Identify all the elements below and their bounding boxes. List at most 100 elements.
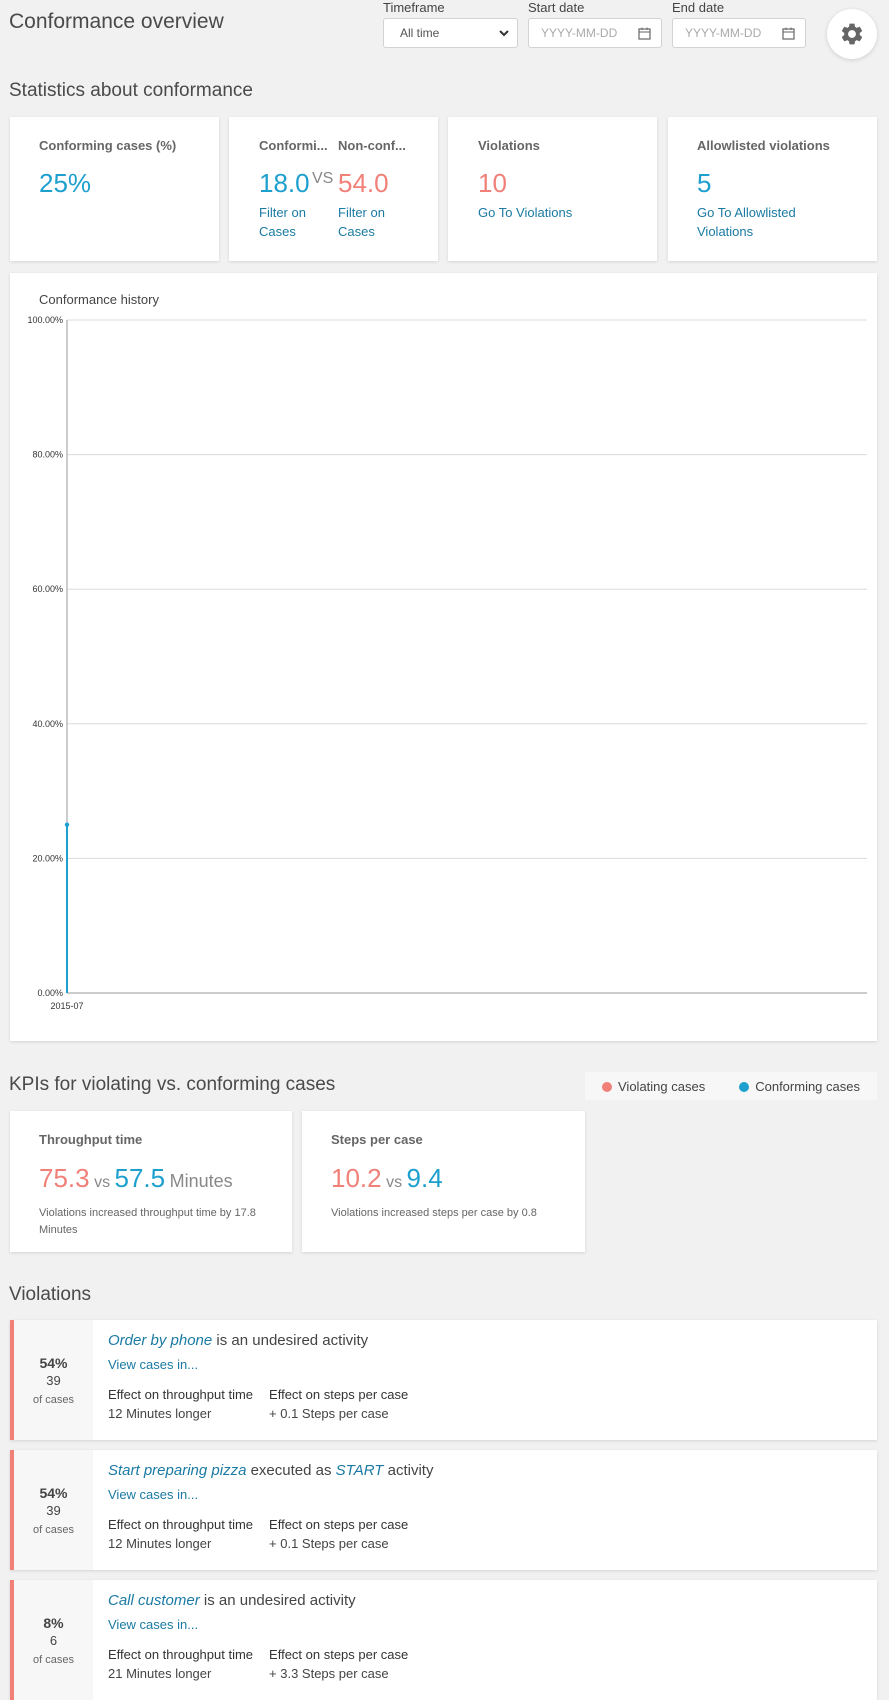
legend-conforming-label: Conforming cases — [755, 1078, 860, 1094]
throughput-note: Violations increased throughput time by … — [39, 1207, 256, 1236]
calendar-icon[interactable] — [782, 27, 795, 40]
effect-throughput-label: Effect on throughput time — [108, 1387, 254, 1402]
filter-conforming-link[interactable]: Filter on Cases — [259, 203, 319, 241]
data-point — [64, 822, 70, 827]
nonconforming-label: Non-conf... — [338, 138, 406, 153]
legend-conforming-dot — [739, 1081, 750, 1092]
effect-throughput-label: Effect on throughput time — [108, 1647, 254, 1662]
violation-text: is an undesired activity — [216, 1332, 369, 1349]
end-date-input[interactable]: YYYY-MM-DD — [672, 18, 806, 48]
filter-nonconforming-link[interactable]: Filter on Cases — [338, 203, 398, 241]
throughput-kpi-card: Throughput time 75.3 vs 57.5 Minutes Vio… — [10, 1111, 292, 1252]
effect-steps-label: Effect on steps per case — [269, 1517, 409, 1532]
violation-activity[interactable]: Call customer — [108, 1592, 200, 1609]
violation-item: 54% 39 of cases Start preparing pizza ex… — [10, 1450, 877, 1570]
effect-throughput-value: 12 Minutes longer — [108, 1536, 212, 1551]
legend-violating-dot — [602, 1081, 612, 1092]
steps-violating-value: 10.2 — [331, 1163, 382, 1193]
violation-of-cases: of cases — [33, 1393, 74, 1406]
violation-of-cases: of cases — [33, 1653, 74, 1666]
kpi-legend: Violating cases Conforming cases — [585, 1072, 877, 1100]
violation-stats: 54% 39 of cases — [10, 1450, 93, 1570]
allowlisted-value: 5 — [697, 168, 712, 198]
legend-conforming[interactable]: Conforming cases — [739, 1079, 860, 1094]
calendar-icon[interactable] — [638, 27, 651, 40]
end-date-placeholder: YYYY-MM-DD — [685, 26, 762, 40]
violation-count: 6 — [49, 1632, 58, 1648]
effect-steps-value: + 0.1 Steps per case — [269, 1536, 389, 1551]
violation-activity[interactable]: Start preparing pizza — [108, 1462, 246, 1479]
conformance-history-chart: 0.00% 20.00% 40.00% 60.00% 80.00% 100.00% 2015… — [27, 315, 867, 1011]
effect-throughput-value: 12 Minutes longer — [108, 1406, 212, 1421]
legend-violating[interactable]: Violating cases — [602, 1079, 705, 1094]
violation-pct: 54% — [39, 1354, 68, 1371]
go-to-allowlisted-link[interactable]: Go To Allowlisted Violations — [697, 203, 817, 241]
violation-count: 39 — [46, 1502, 61, 1518]
violation-title: Call customer is an undesired activity — [108, 1592, 862, 1609]
y-tick-label: 20.00% — [32, 853, 63, 863]
conforming-vs-nonconforming-card: Conformi... Non-conf... 18.0 VS 54.0 Fil… — [229, 117, 438, 261]
violation-stats: 8% 6 of cases — [10, 1580, 93, 1700]
throughput-label: Throughput time — [39, 1132, 143, 1147]
violation-item: 54% 39 of cases Order by phone is an und… — [10, 1320, 877, 1440]
allowlisted-label: Allowlisted violations — [697, 138, 830, 153]
y-tick-label: 100.00% — [27, 315, 63, 325]
conforming-pct-value: 25% — [39, 168, 92, 198]
throughput-vs: vs — [94, 1174, 111, 1191]
steps-conforming-value: 9.4 — [406, 1163, 443, 1193]
throughput-conforming-value: 57.5 — [114, 1163, 166, 1193]
timeframe-label: Timeframe — [383, 0, 445, 15]
violation-item: 8% 6 of cases Call customer is an undesi… — [10, 1580, 877, 1700]
conforming-value: 18.0 — [259, 168, 310, 198]
violation-text: executed as — [250, 1462, 332, 1479]
vs-label: VS — [312, 170, 334, 187]
violation-of-cases: of cases — [33, 1523, 74, 1536]
conforming-pct-card: Conforming cases (%) 25% — [10, 117, 219, 261]
go-to-violations-link[interactable]: Go To Violations — [478, 203, 572, 222]
start-date-input[interactable]: YYYY-MM-DD — [528, 18, 662, 48]
y-tick-label: 0.00% — [37, 988, 63, 998]
view-cases-link[interactable]: View cases in... — [108, 1617, 862, 1632]
gear-icon — [841, 23, 863, 45]
violations-section-title: Violations — [9, 1284, 92, 1305]
violations-value: 10 — [478, 168, 507, 198]
allowlisted-card: Allowlisted violations 5 Go To Allowlist… — [668, 117, 877, 261]
y-tick-label: 40.00% — [32, 719, 63, 729]
kpi-section-title: KPIs for violating vs. conforming cases — [9, 1074, 336, 1095]
violations-label: Violations — [478, 138, 540, 153]
effect-steps-value: + 0.1 Steps per case — [269, 1406, 389, 1421]
steps-values: 10.2 vs 9.4 — [331, 1163, 443, 1194]
violation-count: 39 — [46, 1372, 61, 1388]
page-title: Conformance overview — [9, 10, 224, 33]
effect-throughput-value: 21 Minutes longer — [108, 1666, 212, 1681]
legend-violating-label: Violating cases — [618, 1078, 706, 1094]
violation-activity[interactable]: Order by phone — [108, 1332, 212, 1349]
nonconforming-value: 54.0 — [338, 168, 389, 198]
throughput-values: 75.3 vs 57.5 Minutes — [39, 1163, 233, 1194]
throughput-unit: Minutes — [169, 1171, 233, 1191]
conforming-pct-label: Conforming cases (%) — [39, 138, 177, 153]
timeframe-select[interactable]: All time — [383, 18, 518, 48]
violation-title: Start preparing pizza executed as START … — [108, 1462, 862, 1479]
settings-button[interactable] — [827, 9, 877, 59]
conformance-history-card: Conformance history 0.00% 20.00% 40.00% 60.… — [10, 273, 877, 1041]
y-tick-label: 60.00% — [32, 584, 63, 594]
steps-vs: vs — [386, 1174, 403, 1191]
violation-pct: 8% — [43, 1614, 64, 1631]
steps-note: Violations increased steps per case by 0… — [331, 1207, 537, 1219]
effect-steps-value: + 3.3 Steps per case — [269, 1666, 389, 1681]
steps-kpi-card: Steps per case 10.2 vs 9.4 Violations in… — [302, 1111, 585, 1252]
violation-activity-2[interactable]: START — [336, 1462, 384, 1479]
timeframe-value: All time — [400, 26, 440, 40]
chevron-down-icon — [499, 29, 509, 36]
conforming-label: Conformi... — [259, 138, 327, 153]
end-date-label: End date — [672, 0, 725, 15]
violation-text-2: activity — [387, 1462, 434, 1479]
y-tick-label: 80.00% — [32, 450, 63, 460]
stats-section-title: Statistics about conformance — [9, 80, 253, 101]
violation-pct: 54% — [39, 1484, 68, 1501]
start-date-placeholder: YYYY-MM-DD — [541, 26, 618, 40]
violations-card: Violations 10 Go To Violations — [448, 117, 657, 261]
view-cases-link[interactable]: View cases in... — [108, 1357, 862, 1372]
view-cases-link[interactable]: View cases in... — [108, 1487, 862, 1502]
